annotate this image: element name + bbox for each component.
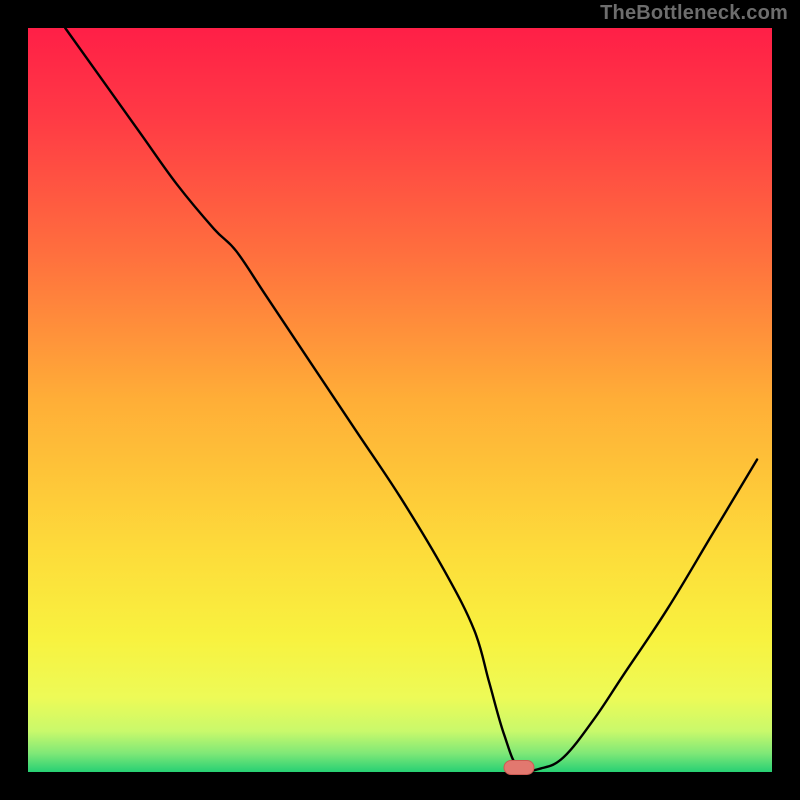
chart-stage: TheBottleneck.com [0,0,800,800]
chart-svg [0,0,800,800]
watermark-text: TheBottleneck.com [600,2,788,25]
plot-area [28,28,772,772]
optimal-marker [504,761,534,775]
